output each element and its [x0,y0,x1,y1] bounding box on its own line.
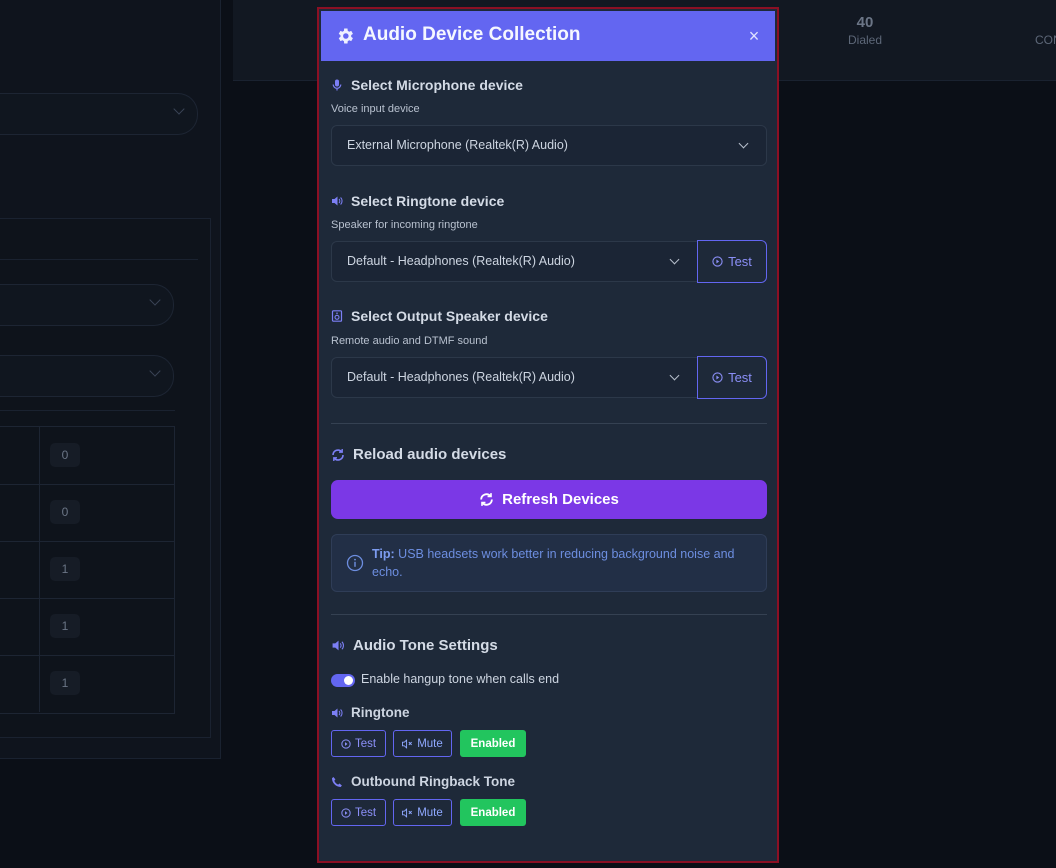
microphone-icon [332,79,342,91]
hangup-tone-toggle[interactable] [331,674,355,687]
tip-label: Tip: [372,547,395,561]
play-circle-icon [712,372,723,383]
table-row: 1 [0,598,174,656]
stat-label-cut: CON [1035,33,1056,47]
ringtone-tone-mute-label: Mute [417,737,443,750]
background-select [0,284,174,326]
row-count: 0 [50,500,80,524]
ringback-tone-title-row: Outbound Ringback Tone [331,774,515,789]
reload-title: Reload audio devices [353,446,507,463]
table-row: 0 [0,427,174,485]
ringtone-tone-test-label: Test [354,737,377,750]
play-circle-icon [341,738,351,749]
ringback-tone-title: Outbound Ringback Tone [351,774,515,789]
refresh-icon [480,493,493,506]
tone-settings-title: Audio Tone Settings [353,637,498,654]
row-count: 1 [50,557,80,581]
microphone-subtitle: Voice input device [331,103,420,115]
play-circle-icon [341,807,351,818]
toggle-knob [344,676,353,685]
ringtone-tone-status-badge[interactable]: Enabled [460,730,526,757]
speaker-title: Select Output Speaker device [351,308,548,324]
table-row: 0 [0,484,174,542]
volume-icon [332,196,343,206]
dialed-label: Dialed [847,33,883,47]
background-select [0,355,174,397]
hangup-tone-label: Enable hangup tone when calls end [361,672,560,686]
row-count: 0 [50,443,80,467]
row-count: 1 [50,671,80,695]
close-button[interactable]: × [743,25,765,47]
info-icon [346,554,364,572]
ringback-tone-test-label: Test [354,806,377,819]
ringtone-subtitle: Speaker for incoming ringtone [331,219,478,231]
mute-icon [402,807,413,818]
speaker-icon [331,310,343,322]
speaker-section-title: Select Output Speaker device [331,308,548,324]
microphone-select[interactable]: External Microphone (Realtek(R) Audio) [331,125,767,166]
volume-icon [332,708,343,717]
audio-device-modal: Audio Device Collection × Select Microph… [317,7,779,863]
ringback-tone-mute-button[interactable]: Mute [393,799,452,826]
chevron-down-icon [669,370,680,381]
speaker-subtitle: Remote audio and DTMF sound [331,335,488,347]
background-left-panel: 0 0 1 1 1 [0,0,221,759]
ringtone-select[interactable]: Default - Headphones (Realtek(R) Audio) [331,241,698,282]
background-table: 0 0 1 1 1 [0,426,175,714]
chevron-down-icon [669,254,680,265]
ringtone-test-label: Test [728,254,752,269]
microphone-title: Select Microphone device [351,77,523,93]
ringtone-tone-title: Ringtone [351,705,410,720]
ringtone-tone-title-row: Ringtone [331,705,410,720]
volume-icon [332,640,344,651]
refresh-devices-button[interactable]: Refresh Devices [331,480,767,519]
speaker-selected-value: Default - Headphones (Realtek(R) Audio) [347,370,575,384]
microphone-selected-value: External Microphone (Realtek(R) Audio) [347,138,568,152]
ringback-tone-mute-label: Mute [417,806,443,819]
modal-header: Audio Device Collection × [321,11,775,61]
divider [331,423,767,424]
ringtone-title: Select Ringtone device [351,193,505,209]
row-count: 1 [50,614,80,638]
table-row: 1 [0,655,174,712]
tip-box: Tip: USB headsets work better in reducin… [331,534,767,592]
microphone-section-title: Select Microphone device [331,77,523,93]
ringback-tone-test-button[interactable]: Test [331,799,386,826]
ringtone-test-button[interactable]: Test [697,240,767,283]
gear-icon [338,28,353,44]
modal-title: Audio Device Collection [363,24,581,45]
play-circle-icon [712,256,723,267]
refresh-devices-label: Refresh Devices [502,491,619,508]
speaker-test-label: Test [728,370,752,385]
dialed-count: 40 [856,14,874,31]
tone-settings-title-row: Audio Tone Settings [331,637,498,654]
reload-section-title: Reload audio devices [331,446,506,463]
ringtone-selected-value: Default - Headphones (Realtek(R) Audio) [347,254,575,268]
ringback-tone-status-badge[interactable]: Enabled [460,799,526,826]
tip-message: USB headsets work better in reducing bac… [372,547,735,579]
phone-icon [332,776,342,787]
chevron-down-icon [738,138,749,149]
refresh-icon [332,448,344,461]
ringtone-tone-test-button[interactable]: Test [331,730,386,757]
ringtone-tone-mute-button[interactable]: Mute [393,730,452,757]
ringtone-section-title: Select Ringtone device [331,193,504,209]
mute-icon [402,738,413,749]
speaker-test-button[interactable]: Test [697,356,767,399]
tip-text: Tip: USB headsets work better in reducin… [372,545,752,581]
divider [331,614,767,615]
speaker-select[interactable]: Default - Headphones (Realtek(R) Audio) [331,357,698,398]
table-row: 1 [0,541,174,599]
background-select [0,93,198,135]
